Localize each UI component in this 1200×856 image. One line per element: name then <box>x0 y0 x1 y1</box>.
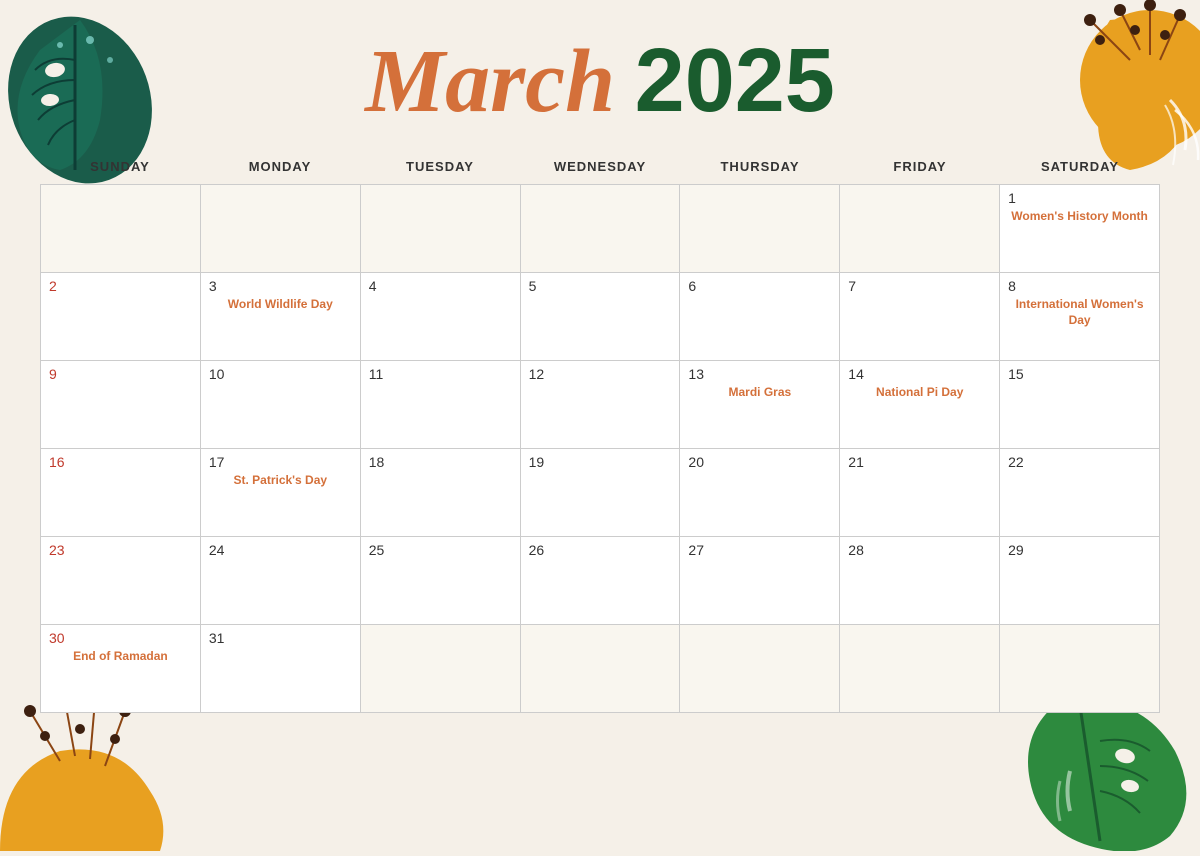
calendar-cell: 24 <box>201 537 361 625</box>
cell-date: 13 <box>688 367 831 381</box>
calendar-cell: 21 <box>840 449 1000 537</box>
calendar-cell: 16 <box>41 449 201 537</box>
cell-date: 5 <box>529 279 672 293</box>
day-header-saturday: SATURDAY <box>1000 153 1160 180</box>
cell-date: 3 <box>209 279 352 293</box>
cell-date: 20 <box>688 455 831 469</box>
calendar-cell: 17 St. Patrick's Day <box>201 449 361 537</box>
cell-date: 7 <box>848 279 991 293</box>
cell-date: 16 <box>49 455 192 469</box>
calendar-cell <box>680 625 840 713</box>
cell-date: 28 <box>848 543 991 557</box>
deco-bottom-right <box>1000 691 1200 851</box>
calendar-cell <box>41 185 201 273</box>
calendar-cell: 9 <box>41 361 201 449</box>
calendar-cell: 23 <box>41 537 201 625</box>
cell-date: 25 <box>369 543 512 557</box>
cell-date: 24 <box>209 543 352 557</box>
calendar-cell <box>521 185 681 273</box>
cell-date: 8 <box>1008 279 1151 293</box>
calendar-cell: 26 <box>521 537 681 625</box>
day-header-thursday: THURSDAY <box>680 153 840 180</box>
cell-date: 26 <box>529 543 672 557</box>
cell-date: 19 <box>529 455 672 469</box>
cell-date: 15 <box>1008 367 1151 381</box>
cell-event: End of Ramadan <box>49 649 192 665</box>
cell-date: 27 <box>688 543 831 557</box>
cell-date: 2 <box>49 279 192 293</box>
calendar-cell: 19 <box>521 449 681 537</box>
calendar-cell: 7 <box>840 273 1000 361</box>
calendar-cell: 29 <box>1000 537 1160 625</box>
calendar-cell: 11 <box>361 361 521 449</box>
calendar-cell <box>680 185 840 273</box>
calendar-cell: 6 <box>680 273 840 361</box>
cell-date: 12 <box>529 367 672 381</box>
cell-date: 10 <box>209 367 352 381</box>
cell-event: Mardi Gras <box>688 385 831 401</box>
cell-date: 9 <box>49 367 192 381</box>
cell-event: Women's History Month <box>1008 209 1151 225</box>
calendar-cell: 10 <box>201 361 361 449</box>
calendar-cell: 14 National Pi Day <box>840 361 1000 449</box>
calendar-cell: 28 <box>840 537 1000 625</box>
calendar-cell: 18 <box>361 449 521 537</box>
cell-date: 23 <box>49 543 192 557</box>
day-header-tuesday: TUESDAY <box>360 153 520 180</box>
calendar-cell: 27 <box>680 537 840 625</box>
calendar-cell: 2 <box>41 273 201 361</box>
calendar-cell: 25 <box>361 537 521 625</box>
day-header-sunday: SUNDAY <box>40 153 200 180</box>
cell-date: 6 <box>688 279 831 293</box>
cell-date: 30 <box>49 631 192 645</box>
calendar-cell: 5 <box>521 273 681 361</box>
cell-date: 22 <box>1008 455 1151 469</box>
cell-date: 11 <box>369 367 512 381</box>
cell-date: 21 <box>848 455 991 469</box>
calendar-cell: 8 International Women's Day <box>1000 273 1160 361</box>
calendar-cell <box>521 625 681 713</box>
calendar-cell: 1 Women's History Month <box>1000 185 1160 273</box>
calendar-header: March 2025 <box>0 0 1200 153</box>
calendar-container: SUNDAYMONDAYTUESDAYWEDNESDAYTHURSDAYFRID… <box>40 153 1160 713</box>
calendar-cell <box>361 185 521 273</box>
cell-date: 4 <box>369 279 512 293</box>
calendar-cell: 13 Mardi Gras <box>680 361 840 449</box>
calendar-cell <box>361 625 521 713</box>
cell-date: 18 <box>369 455 512 469</box>
cell-event: National Pi Day <box>848 385 991 401</box>
deco-bottom-left <box>0 691 200 851</box>
calendar-cell: 22 <box>1000 449 1160 537</box>
cell-date: 14 <box>848 367 991 381</box>
calendar-cell: 15 <box>1000 361 1160 449</box>
day-header-wednesday: WEDNESDAY <box>520 153 680 180</box>
calendar-cell <box>840 185 1000 273</box>
cell-event: International Women's Day <box>1008 297 1151 328</box>
calendar-cell: 31 <box>201 625 361 713</box>
cell-event: St. Patrick's Day <box>209 473 352 489</box>
calendar-cell: 12 <box>521 361 681 449</box>
day-header-monday: MONDAY <box>200 153 360 180</box>
calendar-cell: 3 World Wildlife Day <box>201 273 361 361</box>
cell-date: 31 <box>209 631 352 645</box>
calendar-cell <box>1000 625 1160 713</box>
cell-date: 29 <box>1008 543 1151 557</box>
day-header-friday: FRIDAY <box>840 153 1000 180</box>
month-title: March <box>365 32 615 131</box>
calendar-cell: 4 <box>361 273 521 361</box>
day-headers: SUNDAYMONDAYTUESDAYWEDNESDAYTHURSDAYFRID… <box>40 153 1160 180</box>
cell-date: 17 <box>209 455 352 469</box>
calendar-grid: 1Women's History Month23World Wildlife D… <box>40 184 1160 713</box>
cell-event: World Wildlife Day <box>209 297 352 313</box>
year-title: 2025 <box>635 31 835 131</box>
calendar-cell: 20 <box>680 449 840 537</box>
calendar-cell <box>840 625 1000 713</box>
calendar-cell <box>201 185 361 273</box>
cell-date: 1 <box>1008 191 1151 205</box>
calendar-cell: 30 End of Ramadan <box>41 625 201 713</box>
